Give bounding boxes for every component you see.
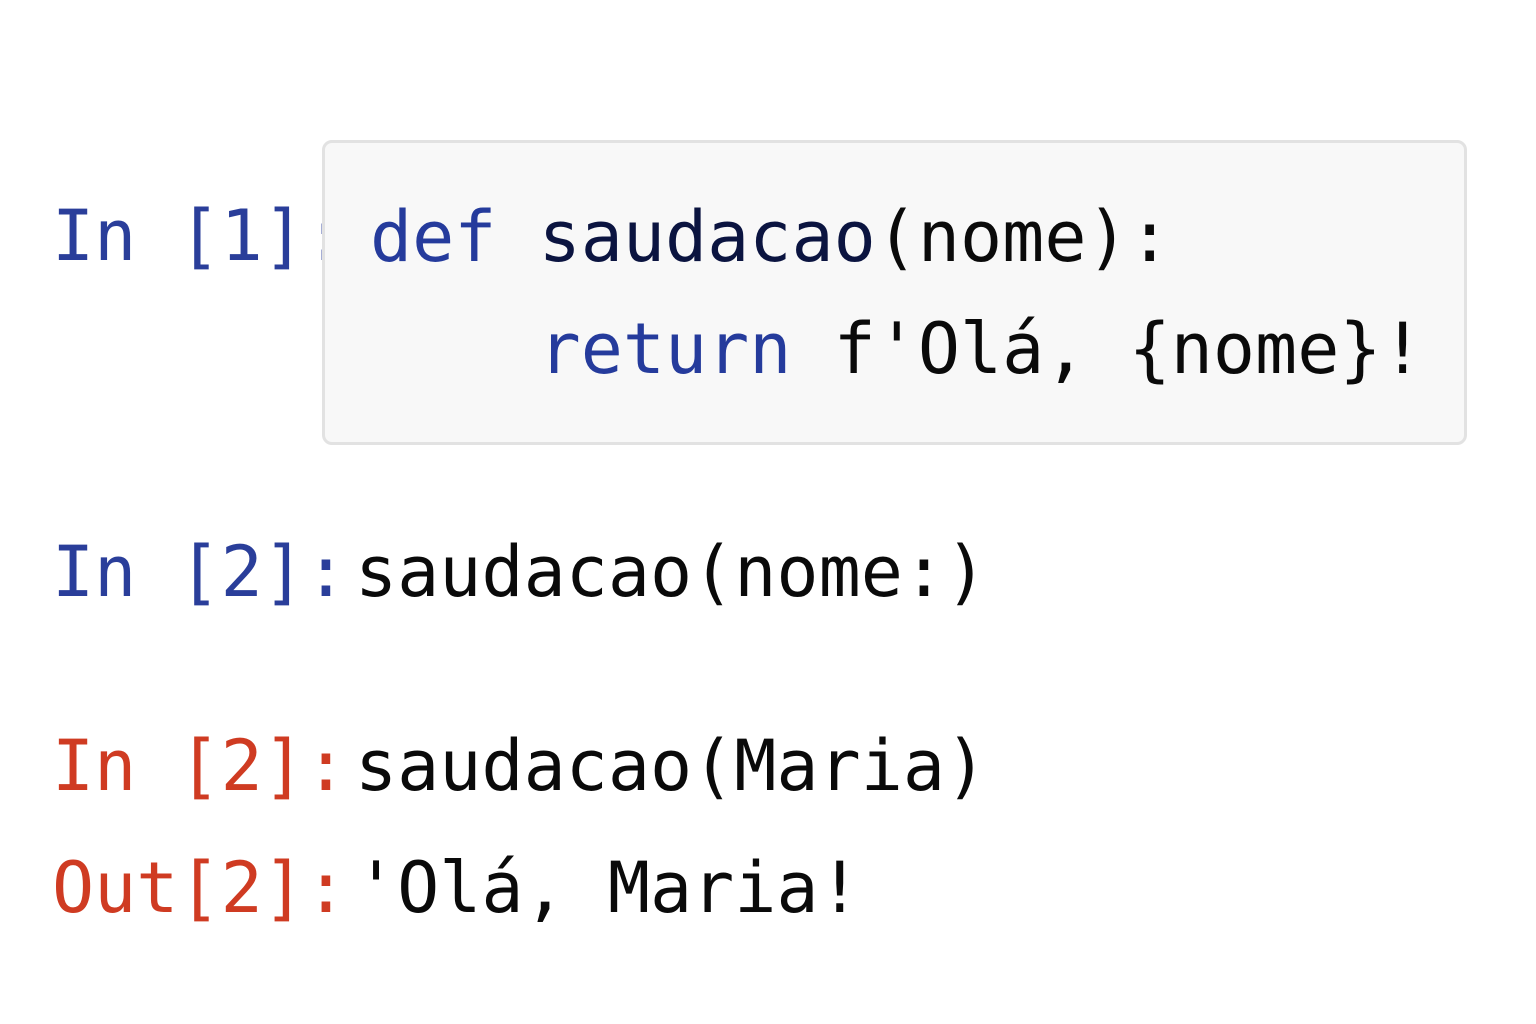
cell-3-prompt: In [2]: <box>52 725 348 807</box>
cell-output: 'Olá, Maria! <box>355 847 861 929</box>
cell-2-input[interactable]: saudacao(nome:) <box>355 532 987 612</box>
return-expression: f'Olá, {nome}! <box>833 308 1424 390</box>
cell-1-prompt: In [1]: <box>52 195 348 277</box>
cell-1-code-editor[interactable]: def saudacao(nome): return f'Olá, {nome}… <box>322 140 1467 445</box>
function-name: saudacao <box>538 196 876 278</box>
code-line-2: return f'Olá, {nome}! <box>370 309 1424 389</box>
keyword-def: def <box>370 196 497 278</box>
function-signature: (nome): <box>875 196 1171 278</box>
code-line-1: def saudacao(nome): <box>370 197 1171 277</box>
cell-3-input[interactable]: saudacao(Maria) <box>355 726 987 806</box>
keyword-return: return <box>538 308 792 390</box>
output-prompt: Out[2]: <box>52 847 348 929</box>
cell-2-prompt: In [2]: <box>52 531 348 613</box>
notebook: In [1]: def saudacao(nome): return f'Olá… <box>0 0 1536 1024</box>
